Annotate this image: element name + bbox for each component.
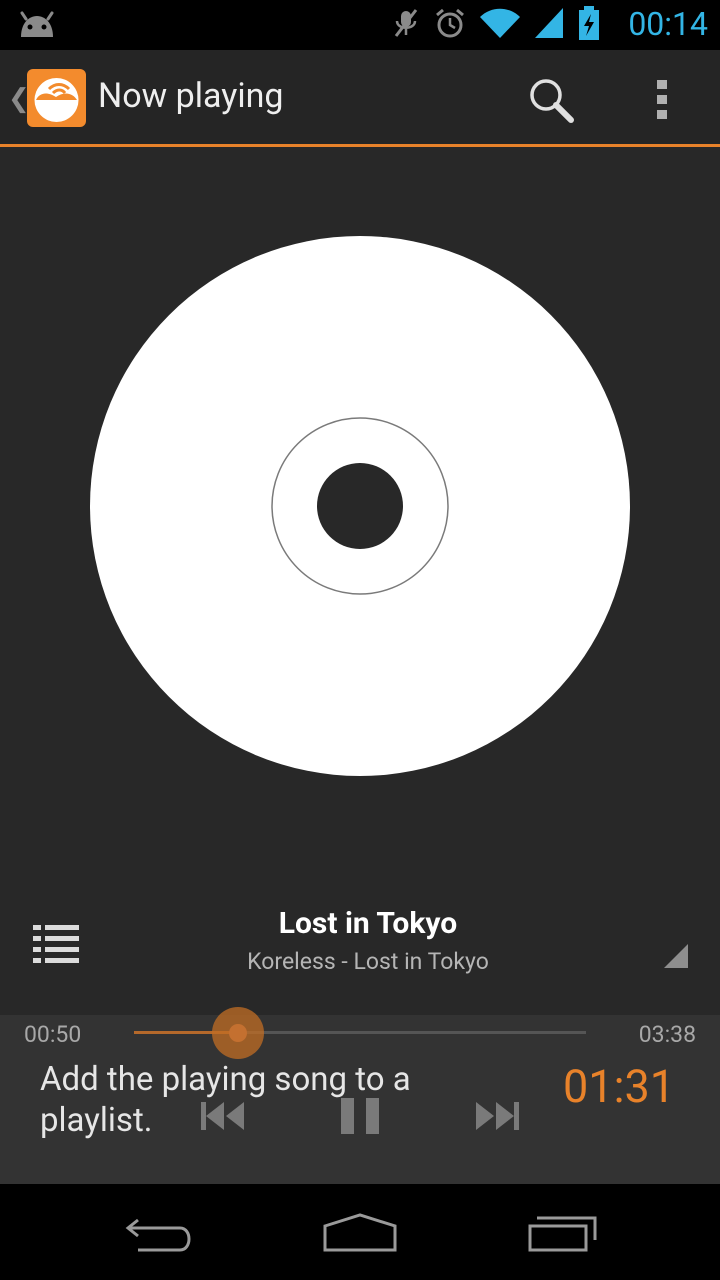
app-logo-icon[interactable] — [27, 69, 86, 127]
navigation-bar — [0, 1184, 720, 1280]
seek-thumb[interactable] — [211, 1007, 264, 1059]
wifi-icon — [480, 7, 520, 43]
overflow-menu-icon[interactable] — [652, 78, 672, 126]
queue-list-icon[interactable] — [31, 921, 81, 969]
tooltip-hint: Add the playing song to a playlist. — [40, 1060, 411, 1140]
mute-icon — [392, 8, 420, 42]
elapsed-time: 00:50 — [24, 1021, 82, 1048]
battery-charging-icon — [578, 6, 600, 44]
playback-controls: 00:50 03:38 Add the playing song to a pl… — [0, 1007, 720, 1184]
seek-bar[interactable] — [134, 1007, 586, 1059]
artist-album: Koreless - Lost in Tokyo — [247, 948, 489, 975]
now-playing-panel: Lost in Tokyo Koreless - Lost in Tokyo — [0, 147, 720, 1015]
cd-disc-icon — [90, 236, 630, 776]
android-icon — [18, 11, 56, 43]
status-bar: 00:14 — [0, 0, 720, 50]
action-bar: ❮ Now playing — [0, 50, 720, 147]
song-title: Lost in Tokyo — [278, 906, 458, 941]
back-icon[interactable] — [124, 1214, 196, 1258]
next-track-icon[interactable] — [472, 1101, 520, 1135]
expand-corner-icon[interactable] — [663, 943, 689, 973]
search-icon[interactable] — [528, 77, 574, 127]
status-clock: 00:14 — [628, 5, 708, 43]
signal-icon — [534, 7, 564, 43]
recent-apps-icon[interactable] — [527, 1212, 599, 1258]
total-time: 03:38 — [638, 1021, 696, 1048]
remaining-time: 01:31 — [563, 1060, 676, 1113]
home-icon[interactable] — [322, 1212, 398, 1258]
alarm-icon — [434, 7, 466, 43]
page-title: Now playing — [98, 76, 284, 116]
